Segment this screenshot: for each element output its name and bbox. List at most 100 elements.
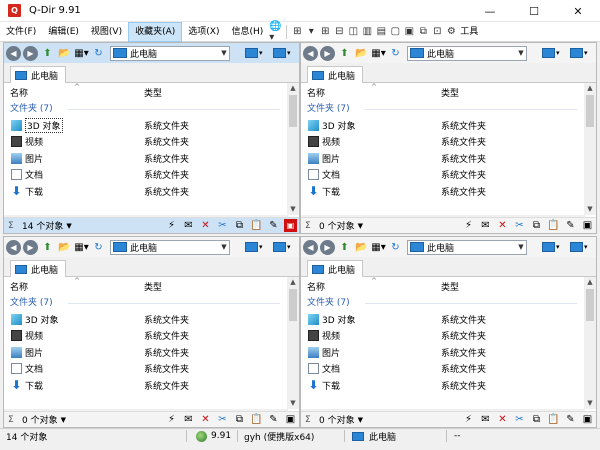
layout-grid-icon[interactable]: ⊞ (290, 22, 304, 42)
chevron-down-icon[interactable]: ▼ (219, 49, 229, 57)
column-name[interactable]: 名称 (307, 280, 325, 293)
chevron-down-icon[interactable]: ▼ (358, 222, 363, 230)
menu-tools[interactable]: 工具 (458, 22, 484, 42)
back-icon[interactable]: ◀ (303, 45, 318, 61)
list-item[interactable]: ⬇ 下载 系统文件夹 (4, 183, 288, 200)
address-bar[interactable]: 此电脑 ▼ (110, 45, 230, 61)
view-mode-icon[interactable]: ▦▾ (74, 240, 89, 255)
menu-edit[interactable]: 编辑(E) (42, 22, 85, 42)
minimize-button[interactable]: — (468, 0, 512, 22)
copy-icon[interactable]: ⧉ (530, 413, 543, 426)
layout-3pane-icon[interactable]: ⊟ (332, 22, 346, 42)
column-type[interactable]: 类型 (144, 280, 162, 293)
list-item[interactable]: 3D 对象 系统文件夹 (301, 117, 585, 134)
list-item[interactable]: 视频 系统文件夹 (4, 134, 288, 151)
title-bar[interactable]: Q Q-Dir 9.91 — ☐ ✕ (0, 0, 600, 22)
menu-options[interactable]: 选项(X) (182, 22, 225, 42)
chevron-down-icon[interactable]: ▼ (358, 416, 363, 424)
desktop-dropdown-icon[interactable]: ▾ (570, 239, 594, 254)
chevron-down-icon[interactable]: ▼ (66, 222, 71, 230)
delete-icon[interactable]: ✕ (496, 219, 509, 232)
column-type[interactable]: 类型 (441, 86, 459, 99)
vertical-scrollbar[interactable]: ▲ ▼ (287, 277, 299, 409)
scroll-down-icon[interactable]: ▼ (584, 204, 596, 215)
scroll-down-icon[interactable]: ▼ (287, 398, 299, 409)
close-button[interactable]: ✕ (556, 0, 600, 22)
mail-icon[interactable]: ✉ (479, 219, 492, 232)
explorer-pane-4[interactable]: ◀ ▶ ⬆ 📂 ▦▾ ↻ 此电脑 ▼ ▾ ▾ 此电脑 名称 ^ 类型 文件夹 (… (300, 236, 597, 428)
scroll-thumb[interactable] (289, 289, 297, 321)
pane-menu-icon[interactable]: ▣ (581, 219, 594, 232)
status-version[interactable]: 9.91 (196, 429, 231, 443)
file-list[interactable]: 名称 ^ 类型 文件夹 (7) 3D 对象 系统文件夹 视频 系统文件夹 图片 … (301, 83, 585, 200)
rename-icon[interactable]: ✎ (267, 219, 280, 232)
copy-icon[interactable]: ⧉ (233, 219, 246, 232)
delete-icon[interactable]: ✕ (199, 219, 212, 232)
scroll-thumb[interactable] (586, 289, 594, 321)
chevron-down-icon[interactable]: ▼ (219, 243, 229, 251)
explorer-pane-1[interactable]: ◀ ▶ ⬆ 📂 ▦▾ ↻ 此电脑 ▼ ▾ ▾ 此电脑 名称 ^ 类型 文件夹 (… (3, 42, 300, 234)
column-name[interactable]: 名称 (10, 86, 28, 99)
list-item[interactable]: 视频 系统文件夹 (301, 328, 585, 345)
pane-menu-icon[interactable]: ▣ (284, 219, 297, 232)
layout-vertical-icon[interactable]: ▥ (360, 22, 374, 42)
lightning-icon[interactable]: ⚡ (165, 413, 178, 426)
vertical-scrollbar[interactable]: ▲ ▼ (584, 83, 596, 215)
list-item[interactable]: 文档 系统文件夹 (301, 167, 585, 184)
up-folder-icon[interactable]: ⬆ (337, 46, 352, 61)
mail-icon[interactable]: ✉ (182, 219, 195, 232)
scroll-thumb[interactable] (289, 95, 297, 127)
copy-icon[interactable]: ⧉ (233, 413, 246, 426)
menu-file[interactable]: 文件(F) (0, 22, 42, 42)
column-type[interactable]: 类型 (441, 280, 459, 293)
layout-tree-icon[interactable]: ⊡ (430, 22, 444, 42)
list-item[interactable]: 文档 系统文件夹 (301, 361, 585, 378)
list-item[interactable]: 文档 系统文件夹 (4, 167, 288, 184)
group-header[interactable]: 文件夹 (7) (4, 295, 288, 311)
address-bar[interactable]: 此电脑 ▼ (407, 239, 527, 255)
maximize-button[interactable]: ☐ (512, 0, 556, 22)
monitor-dropdown-icon[interactable]: ▾ (245, 45, 269, 60)
file-list[interactable]: 名称 ^ 类型 文件夹 (7) 3D 对象 系统文件夹 视频 系统文件夹 图片 … (301, 277, 585, 394)
rename-icon[interactable]: ✎ (267, 413, 280, 426)
file-list[interactable]: 名称 ^ 类型 文件夹 (7) 3D 对象 系统文件夹 视频 系统文件夹 图片 … (4, 83, 288, 200)
folder-options-icon[interactable]: 📂 (354, 240, 369, 255)
scroll-up-icon[interactable]: ▲ (287, 277, 299, 288)
rename-icon[interactable]: ✎ (564, 413, 577, 426)
list-item[interactable]: ⬇ 下载 系统文件夹 (301, 377, 585, 394)
list-item[interactable]: ⬇ 下载 系统文件夹 (301, 183, 585, 200)
tab-this-pc[interactable]: 此电脑 (307, 260, 363, 277)
rename-icon[interactable]: ✎ (564, 219, 577, 232)
file-list[interactable]: 名称 ^ 类型 文件夹 (7) 3D 对象 系统文件夹 视频 系统文件夹 图片 … (4, 277, 288, 394)
refresh-icon[interactable]: ↻ (388, 240, 403, 255)
explorer-pane-2[interactable]: ◀ ▶ ⬆ 📂 ▦▾ ↻ 此电脑 ▼ ▾ ▾ 此电脑 名称 ^ 类型 文件夹 (… (300, 42, 597, 234)
pane-menu-icon[interactable]: ▣ (284, 413, 297, 426)
group-header[interactable]: 文件夹 (7) (4, 101, 288, 117)
back-icon[interactable]: ◀ (303, 239, 318, 255)
tab-this-pc[interactable]: 此电脑 (10, 66, 66, 83)
layout-tabs-icon[interactable]: ⧉ (416, 22, 430, 42)
layout-2pane-icon[interactable]: ◫ (346, 22, 360, 42)
up-folder-icon[interactable]: ⬆ (337, 240, 352, 255)
forward-icon[interactable]: ▶ (320, 45, 335, 61)
paste-icon[interactable]: 📋 (250, 219, 263, 232)
lightning-icon[interactable]: ⚡ (462, 219, 475, 232)
group-header[interactable]: 文件夹 (7) (301, 101, 585, 117)
address-bar[interactable]: 此电脑 ▼ (407, 45, 527, 61)
list-item[interactable]: 图片 系统文件夹 (4, 344, 288, 361)
scroll-down-icon[interactable]: ▼ (287, 204, 299, 215)
menu-favorites[interactable]: 收藏夹(A) (128, 21, 183, 42)
list-item[interactable]: 图片 系统文件夹 (301, 150, 585, 167)
lightning-icon[interactable]: ⚡ (462, 413, 475, 426)
scroll-up-icon[interactable]: ▲ (584, 277, 596, 288)
monitor-dropdown-icon[interactable]: ▾ (245, 239, 269, 254)
list-item[interactable]: 文档 系统文件夹 (4, 361, 288, 378)
paste-icon[interactable]: 📋 (547, 413, 560, 426)
tab-this-pc[interactable]: 此电脑 (307, 66, 363, 83)
column-name[interactable]: 名称 (10, 280, 28, 293)
column-name[interactable]: 名称 (307, 86, 325, 99)
up-folder-icon[interactable]: ⬆ (40, 46, 55, 61)
paste-icon[interactable]: 📋 (547, 219, 560, 232)
desktop-dropdown-icon[interactable]: ▾ (273, 239, 297, 254)
delete-icon[interactable]: ✕ (496, 413, 509, 426)
